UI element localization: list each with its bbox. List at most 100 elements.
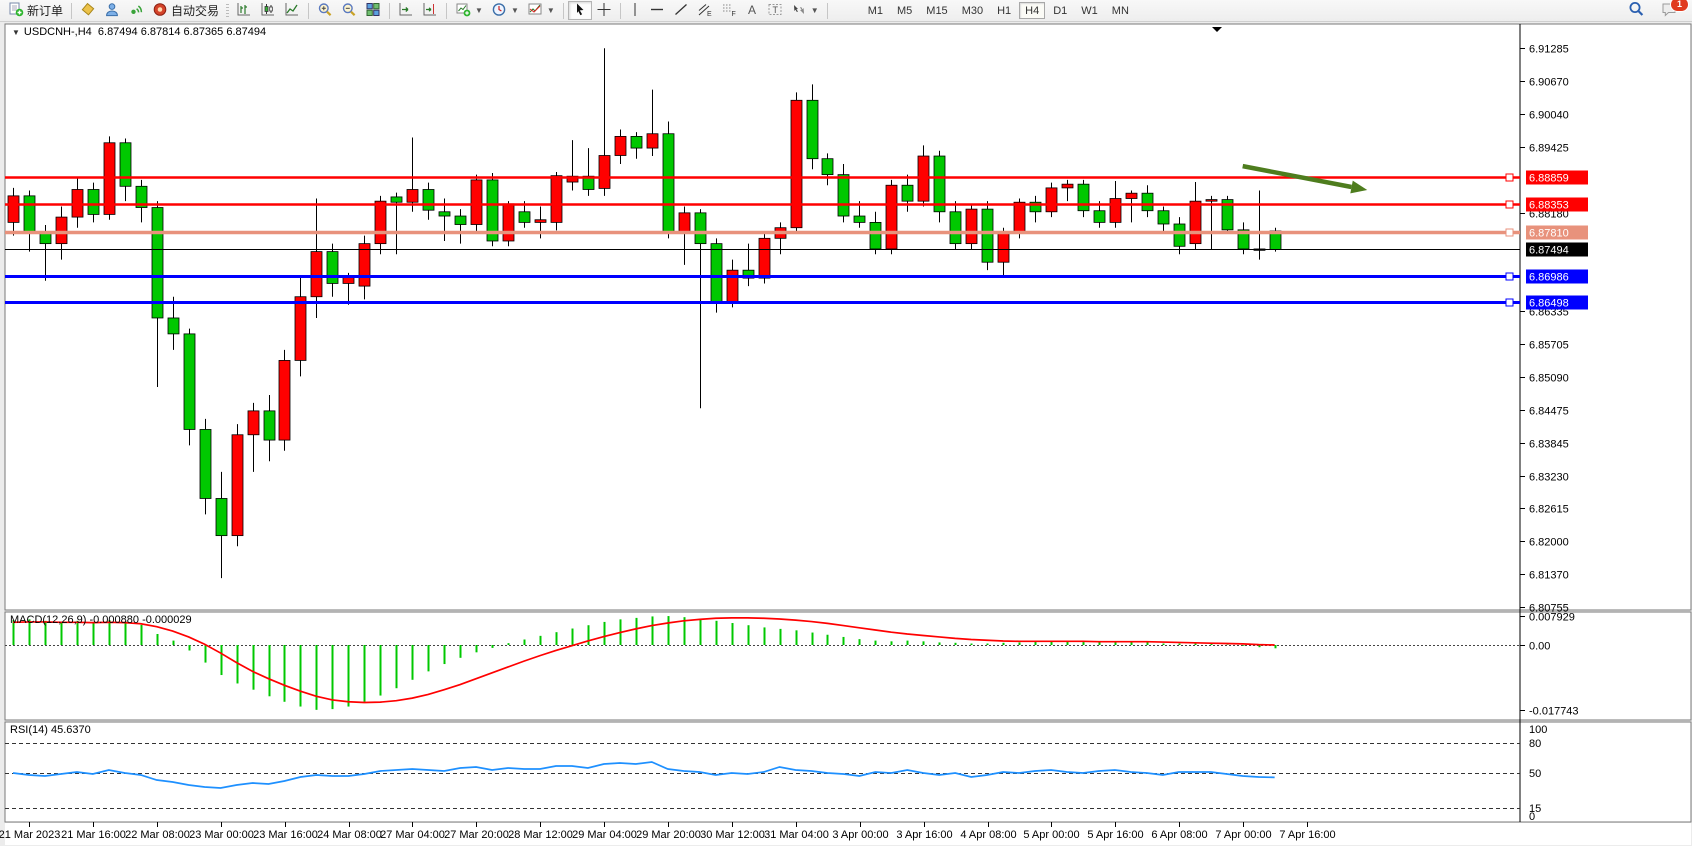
macd-tick-label: 0.007929 [1529, 612, 1575, 624]
horizontal-line-tool-button[interactable] [645, 1, 669, 20]
community-button[interactable] [76, 1, 100, 20]
date-tick-label: 23 Mar 00:00 [189, 829, 254, 841]
macd-pane [5, 612, 1691, 720]
line-anchor-marker[interactable] [1506, 273, 1513, 280]
date-tick-label: 27 Mar 04:00 [380, 829, 445, 841]
svg-text:T: T [772, 5, 778, 15]
candle-body [791, 100, 802, 227]
candle-body [854, 216, 865, 222]
zoom-in-icon [317, 2, 333, 20]
svg-text:A: A [748, 3, 756, 17]
text-tool-button[interactable]: A [741, 1, 763, 20]
user-icon [104, 2, 120, 20]
auto-scroll-button[interactable] [394, 1, 418, 20]
candle-body [359, 244, 370, 286]
candle-body [391, 197, 402, 202]
indicators-button[interactable]: ▼ [523, 1, 559, 20]
search-button[interactable] [1624, 1, 1649, 20]
chevron-down-icon: ▼ [811, 6, 819, 15]
clock-icon [491, 2, 507, 20]
timeframe-w1-button[interactable]: W1 [1075, 2, 1104, 19]
auto-trading-button[interactable]: 自动交易 [148, 1, 223, 20]
timeframe-m5-button[interactable]: M5 [891, 2, 918, 19]
trendline-tool-button[interactable] [669, 1, 693, 20]
chart-shift-button[interactable] [418, 1, 442, 20]
zoom-out-button[interactable] [337, 1, 361, 20]
candle-body [407, 189, 418, 202]
timeframe-bar: M1M5M15M30H1H4D1W1MN [862, 2, 1135, 19]
timeframe-h1-button[interactable]: H1 [991, 2, 1017, 19]
candle-body [695, 213, 706, 244]
candle-body [232, 435, 243, 536]
date-tick-label: 5 Apr 00:00 [1023, 829, 1079, 841]
candle-body [1014, 202, 1025, 233]
signals-button[interactable] [124, 1, 148, 20]
line-anchor-marker[interactable] [1506, 229, 1513, 236]
candle-body [375, 201, 386, 243]
text-label-tool-button[interactable]: T [763, 1, 787, 20]
candle-body [168, 318, 179, 334]
notification-badge[interactable]: 1 [1670, 0, 1689, 12]
line-anchor-marker[interactable] [1506, 299, 1513, 306]
equidistant-channel-tool-button[interactable]: E [693, 1, 717, 20]
date-tick-label: 28 Mar 12:00 [508, 829, 573, 841]
tile-windows-button[interactable] [361, 1, 385, 20]
candle-body [1142, 193, 1153, 211]
chevron-down-icon: ▼ [511, 6, 519, 15]
candle-body [551, 176, 562, 223]
date-tick-label: 3 Apr 00:00 [832, 829, 888, 841]
svg-text:E: E [707, 11, 712, 17]
bar-chart-mode-button[interactable] [232, 1, 256, 20]
timeframe-m1-button[interactable]: M1 [862, 2, 889, 19]
auto-trading-icon [152, 2, 168, 20]
price-tick-label: 6.85090 [1529, 373, 1569, 385]
candlestick-mode-button[interactable] [256, 1, 280, 20]
candle-body [311, 252, 322, 297]
crosshair-tool-button[interactable] [592, 1, 616, 20]
price-tick-label: 6.90040 [1529, 110, 1569, 122]
line-chart-mode-button[interactable] [280, 1, 304, 20]
rsi-tick-label: 0 [1529, 811, 1535, 823]
line-anchor-marker[interactable] [1506, 174, 1513, 181]
fibonacci-tool-button[interactable]: F [717, 1, 741, 20]
bar-chart-icon [236, 2, 252, 20]
timeframe-h4-button[interactable]: H4 [1019, 2, 1045, 19]
candle-body [870, 222, 881, 249]
cursor-tool-button[interactable] [568, 1, 592, 20]
candle-body [998, 233, 1009, 262]
timeframe-m15-button[interactable]: M15 [920, 2, 953, 19]
auto-scroll-icon [398, 2, 414, 20]
indicators-icon [527, 2, 543, 20]
date-tick-label: 27 Mar 20:00 [444, 829, 509, 841]
profile-button[interactable] [100, 1, 124, 20]
candle-body [599, 156, 610, 189]
collapse-triangle-icon[interactable]: ▼ [12, 28, 20, 37]
toolbar: 新订单 自动交易 ▼ ▼ ▼ [0, 0, 1692, 22]
new-order-button[interactable]: 新订单 [4, 1, 67, 20]
chart-title-symbol: USDCNH-,H4 [24, 26, 92, 38]
timeframe-m30-button[interactable]: M30 [956, 2, 989, 19]
chart-title-ohlc: 6.87494 6.87814 6.87365 6.87494 [98, 26, 266, 38]
candle-body [982, 209, 993, 262]
price-tick-label: 6.85705 [1529, 340, 1569, 352]
timeframe-mn-button[interactable]: MN [1106, 2, 1135, 19]
price-line-label: 6.86986 [1529, 272, 1569, 284]
new-chart-button[interactable]: ▼ [451, 1, 487, 20]
line-anchor-marker[interactable] [1506, 201, 1513, 208]
candle-body [503, 204, 514, 241]
timeframe-d1-button[interactable]: D1 [1047, 2, 1073, 19]
price-tick-label: 6.89425 [1529, 143, 1569, 155]
chart-title: ▼ USDCNH-,H4 6.87494 6.87814 6.87365 6.87… [12, 26, 266, 38]
vertical-line-tool-button[interactable] [625, 1, 645, 20]
candle-body [439, 212, 450, 216]
zoom-in-button[interactable] [313, 1, 337, 20]
arrows-tool-button[interactable]: ▼ [787, 1, 823, 20]
candle-body [615, 136, 626, 155]
periods-clock-button[interactable]: ▼ [487, 1, 523, 20]
macd-tick-label: 0.00 [1529, 641, 1550, 653]
svg-text:F: F [731, 11, 735, 17]
price-tick-label: 6.83230 [1529, 472, 1569, 484]
cursor-icon [572, 2, 588, 20]
new-order-icon [8, 2, 24, 20]
macd-tick-label: -0.017743 [1529, 706, 1579, 718]
